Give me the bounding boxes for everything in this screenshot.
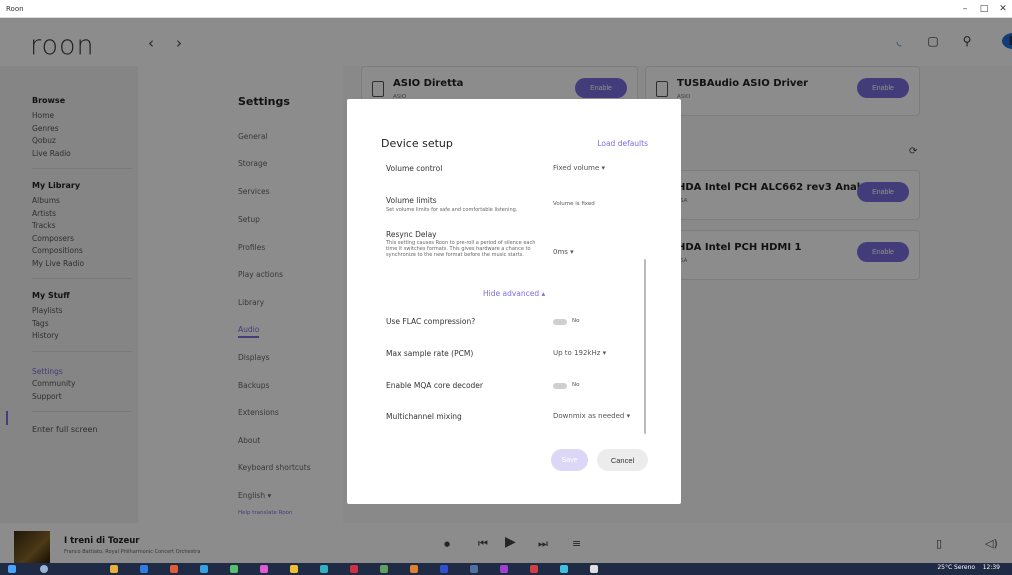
modal-title: Device setup <box>381 137 453 150</box>
volume-limits-label: Volume limits <box>386 196 437 205</box>
app-icon[interactable] <box>230 565 238 573</box>
weather-text[interactable]: 25°C Sereno <box>937 564 975 571</box>
app-icon[interactable] <box>260 565 268 573</box>
app-icon[interactable] <box>170 565 178 573</box>
mqa-decoder-value: No <box>572 382 580 388</box>
resync-delay-desc: This setting causes Roon to pre-roll a p… <box>386 240 536 258</box>
window-titlebar: Roon – □ ✕ <box>0 0 1012 18</box>
windows-taskbar: 25°C Sereno 12:39 <box>0 563 1012 575</box>
mqa-decoder-label: Enable MQA core decoder <box>386 381 483 390</box>
modal-scrollbar[interactable] <box>644 259 646 434</box>
load-defaults-link[interactable]: Load defaults <box>597 139 648 148</box>
app-icon[interactable] <box>560 565 568 573</box>
folder-icon[interactable] <box>110 565 118 573</box>
app-icon[interactable] <box>440 565 448 573</box>
volume-control-select[interactable]: Fixed volume ▾ <box>553 164 605 172</box>
window-title: Roon <box>6 4 24 13</box>
app-icon[interactable] <box>530 565 538 573</box>
hide-advanced-link[interactable]: Hide advanced ▴ <box>483 289 545 298</box>
app-icon[interactable] <box>500 565 508 573</box>
flac-compression-toggle[interactable] <box>553 319 567 325</box>
resync-delay-select[interactable]: 0ms ▾ <box>553 248 574 256</box>
app-icon[interactable] <box>290 565 298 573</box>
mqa-decoder-toggle[interactable] <box>553 383 567 389</box>
device-setup-modal: Device setup Load defaults Volume contro… <box>347 99 681 504</box>
max-sample-rate-label: Max sample rate (PCM) <box>386 349 474 358</box>
flac-compression-value: No <box>572 318 580 324</box>
app-icon[interactable] <box>200 565 208 573</box>
volume-limits-value: Volume is fixed <box>553 201 595 207</box>
multichannel-mixing-label: Multichannel mixing <box>386 412 462 421</box>
clock-text[interactable]: 12:39 <box>983 564 1000 571</box>
maximize-button[interactable]: □ <box>975 0 993 18</box>
flac-compression-label: Use FLAC compression? <box>386 317 476 326</box>
volume-control-label: Volume control <box>386 164 443 173</box>
cancel-button[interactable]: Cancel <box>597 449 648 471</box>
app-icon[interactable] <box>410 565 418 573</box>
app-icon[interactable] <box>590 565 598 573</box>
close-button[interactable]: ✕ <box>994 0 1012 18</box>
app-icon[interactable] <box>140 565 148 573</box>
volume-limits-desc: Set volume limits for safe and comfortab… <box>386 207 518 213</box>
minimize-button[interactable]: – <box>956 0 974 18</box>
app-icon[interactable] <box>350 565 358 573</box>
search-icon[interactable] <box>40 565 48 573</box>
save-button[interactable]: Save <box>551 449 588 471</box>
start-icon[interactable] <box>8 565 16 573</box>
max-sample-rate-select[interactable]: Up to 192kHz ▾ <box>553 349 606 357</box>
app-icon[interactable] <box>320 565 328 573</box>
app-icon[interactable] <box>470 565 478 573</box>
multichannel-mixing-select[interactable]: Downmix as needed ▾ <box>553 412 630 420</box>
app-icon[interactable] <box>380 565 388 573</box>
resync-delay-label: Resync Delay <box>386 230 437 239</box>
